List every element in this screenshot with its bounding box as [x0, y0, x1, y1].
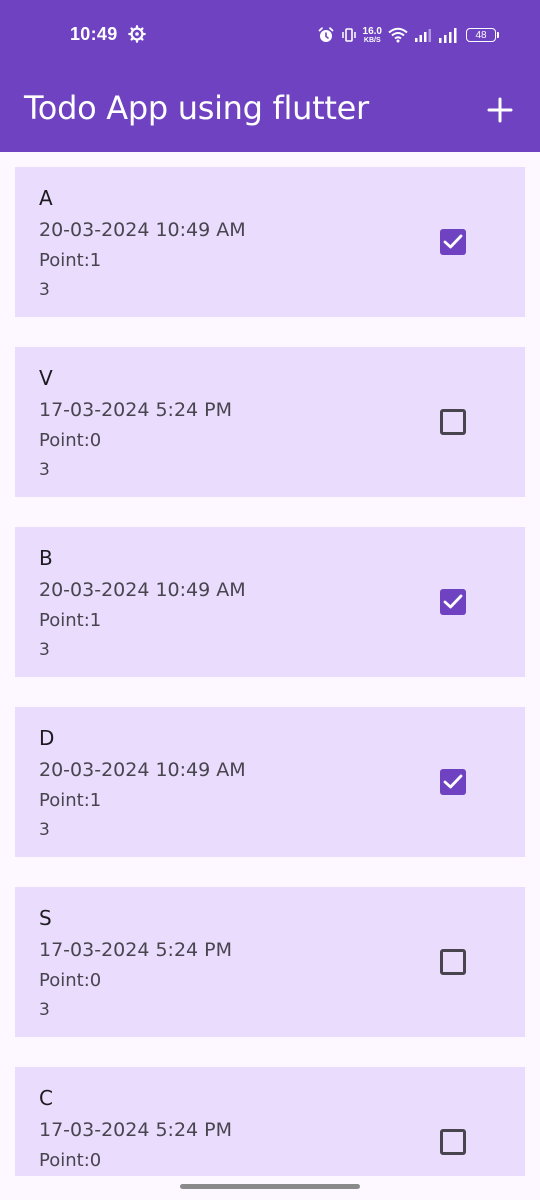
todo-checkbox[interactable] — [440, 769, 466, 795]
todo-points: Point:0 — [39, 430, 102, 451]
battery-icon: 48 — [466, 28, 499, 42]
todo-title: C — [39, 1086, 53, 1110]
todo-points: Point:0 — [39, 1150, 102, 1171]
todo-extra-value: 3 — [39, 1000, 50, 1020]
todo-card[interactable]: D 20-03-2024 10:49 AM Point:1 3 — [15, 707, 525, 857]
app-title: Todo App using flutter — [24, 89, 369, 127]
todo-checkbox[interactable] — [440, 1129, 466, 1155]
todo-checkbox[interactable] — [440, 229, 466, 255]
network-speed: 16.0 KB/S — [362, 25, 382, 44]
todo-points: Point:1 — [39, 790, 102, 811]
todo-date: 17-03-2024 5:24 PM — [39, 399, 233, 421]
vibrate-icon — [341, 28, 356, 42]
todo-date: 20-03-2024 10:49 AM — [39, 219, 246, 241]
todo-title: V — [39, 366, 53, 390]
todo-extra-value: 3 — [39, 640, 50, 660]
todo-checkbox[interactable] — [440, 949, 466, 975]
todo-title: S — [39, 906, 52, 930]
todo-card[interactable]: A 20-03-2024 10:49 AM Point:1 3 — [15, 167, 525, 317]
todo-checkbox[interactable] — [440, 589, 466, 615]
network-speed-value: 16.0 — [362, 25, 382, 37]
todo-card[interactable]: S 17-03-2024 5:24 PM Point:0 3 — [15, 887, 525, 1037]
alarm-icon — [318, 27, 333, 42]
signal-strength-icon — [415, 29, 431, 42]
status-bar: 10:49 16.0 KB/S 48 — [0, 0, 540, 70]
gesture-navigation-handle[interactable] — [180, 1184, 360, 1189]
battery-level: 48 — [475, 29, 487, 41]
todo-extra-value: 3 — [39, 460, 50, 480]
plus-icon — [487, 97, 513, 123]
signal-strength-icon-2 — [439, 28, 457, 43]
wifi-icon — [388, 27, 408, 43]
app-bar: Todo App using flutter — [0, 70, 540, 152]
todo-points: Point:0 — [39, 970, 102, 991]
checkmark-icon — [443, 234, 463, 249]
todo-checkbox[interactable] — [440, 409, 466, 435]
todo-date: 20-03-2024 10:49 AM — [39, 579, 246, 601]
settings-gear-icon — [128, 25, 146, 43]
todo-date: 17-03-2024 5:24 PM — [39, 1119, 233, 1141]
todo-date: 20-03-2024 10:49 AM — [39, 759, 246, 781]
todo-date: 17-03-2024 5:24 PM — [39, 939, 233, 961]
status-icons: 16.0 KB/S 48 — [317, 24, 499, 46]
todo-card[interactable]: C 17-03-2024 5:24 PM Point:0 — [15, 1067, 525, 1176]
network-speed-unit: KB/S — [363, 36, 381, 44]
todo-title: A — [39, 186, 53, 210]
todo-title: D — [39, 726, 55, 750]
todo-extra-value: 3 — [39, 820, 50, 840]
todo-card[interactable]: V 17-03-2024 5:24 PM Point:0 3 — [15, 347, 525, 497]
add-todo-button[interactable] — [482, 92, 518, 128]
todo-title: B — [39, 546, 53, 570]
checkmark-icon — [443, 594, 463, 609]
todo-extra-value: 3 — [39, 280, 50, 300]
todo-points: Point:1 — [39, 610, 102, 631]
todo-card[interactable]: B 20-03-2024 10:49 AM Point:1 3 — [15, 527, 525, 677]
checkmark-icon — [443, 774, 463, 789]
status-time: 10:49 — [70, 24, 118, 44]
todo-points: Point:1 — [39, 250, 102, 271]
